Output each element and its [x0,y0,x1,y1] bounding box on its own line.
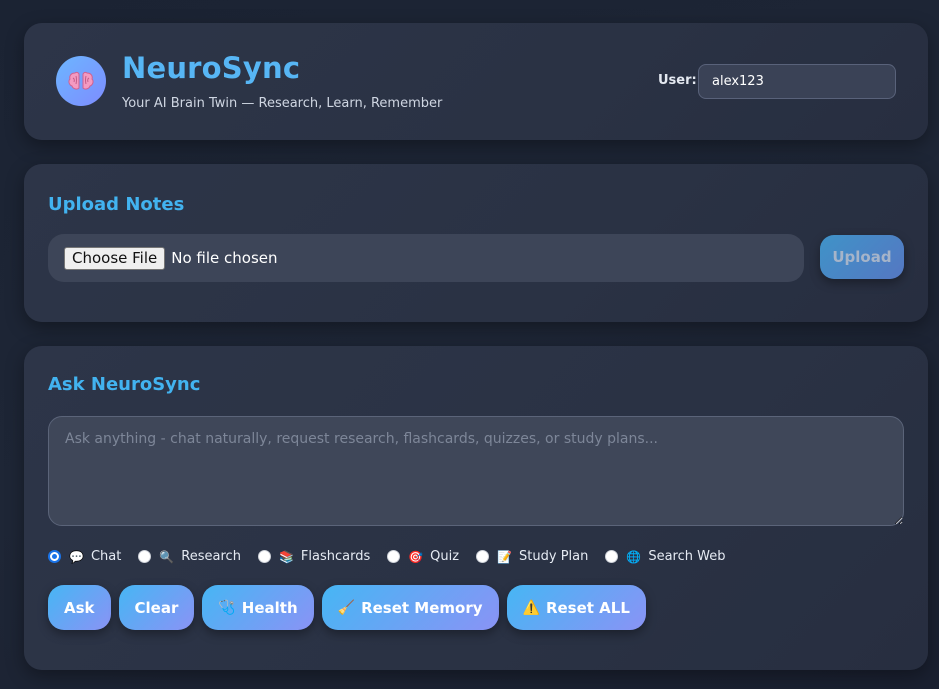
mode-chat-label: Chat [90,549,122,564]
mode-search-web-label: Search Web [648,549,726,564]
header-card: NeuroSync Your AI Brain Twin — Research,… [24,23,928,140]
magnifier-icon: 🔍 [159,549,175,564]
mode-quiz[interactable]: 🎯 Quiz [387,549,459,564]
mode-research-label: Research [181,549,241,564]
health-button[interactable]: 🩺 Health [202,585,314,630]
globe-icon: 🌐 [626,549,642,564]
user-input[interactable] [698,64,896,99]
mode-chat-radio[interactable] [48,550,61,563]
mode-quiz-label: Quiz [430,549,460,564]
file-status: No file chosen [171,249,278,267]
query-textarea[interactable] [48,416,904,526]
mode-search-web[interactable]: 🌐 Search Web [605,549,725,564]
ask-card: Ask NeuroSync 💬 Chat 🔍 Research 📚 Flashc… [24,346,928,670]
mode-study-plan-label: Study Plan [519,549,589,564]
mode-selector: 💬 Chat 🔍 Research 📚 Flashcards 🎯 Quiz 📝 … [48,549,742,564]
app-title: NeuroSync [122,51,301,85]
warning-icon: ⚠️ [522,599,540,616]
app-subtitle: Your AI Brain Twin — Research, Learn, Re… [122,96,443,111]
mode-search-web-radio[interactable] [605,550,619,563]
mode-research[interactable]: 🔍 Research [138,549,241,564]
upload-section-title: Upload Notes [48,194,185,215]
upload-button[interactable]: Upload [820,235,904,279]
file-input[interactable]: Choose File No file chosen [48,234,804,282]
ask-section-title: Ask NeuroSync [48,374,201,395]
stethoscope-icon: 🩺 [218,599,236,616]
reset-all-button[interactable]: ⚠️ Reset ALL [506,585,646,630]
upload-card: Upload Notes Choose File No file chosen … [24,164,928,322]
target-icon: 🎯 [408,549,424,564]
mode-flashcards[interactable]: 📚 Flashcards [257,549,371,564]
mode-study-plan[interactable]: 📝 Study Plan [476,549,588,564]
mode-study-plan-radio[interactable] [476,550,490,563]
ask-button[interactable]: Ask [48,585,111,630]
mode-chat[interactable]: 💬 Chat [48,549,121,564]
ask-button-label: Ask [64,598,95,617]
choose-file-button[interactable]: Choose File [64,246,166,270]
memo-icon: 📝 [497,549,513,564]
health-button-label: Health [241,598,298,617]
user-label: User: [658,73,697,88]
reset-memory-button-label: Reset Memory [361,598,483,617]
reset-memory-button[interactable]: 🧹 Reset Memory [321,585,499,630]
clear-button-label: Clear [134,598,179,617]
speech-bubble-icon: 💬 [69,549,84,564]
mode-quiz-radio[interactable] [387,550,401,563]
reset-all-button-label: Reset ALL [545,598,630,617]
mode-flashcards-radio[interactable] [257,550,271,563]
clear-button[interactable]: Clear [118,585,195,630]
action-buttons: Ask Clear 🩺 Health 🧹 Reset Memory ⚠️ Res… [48,585,654,630]
broom-icon: 🧹 [337,599,356,616]
brain-icon [56,56,106,106]
mode-research-radio[interactable] [138,550,152,563]
books-icon: 📚 [278,549,294,564]
mode-flashcards-label: Flashcards [300,549,371,564]
